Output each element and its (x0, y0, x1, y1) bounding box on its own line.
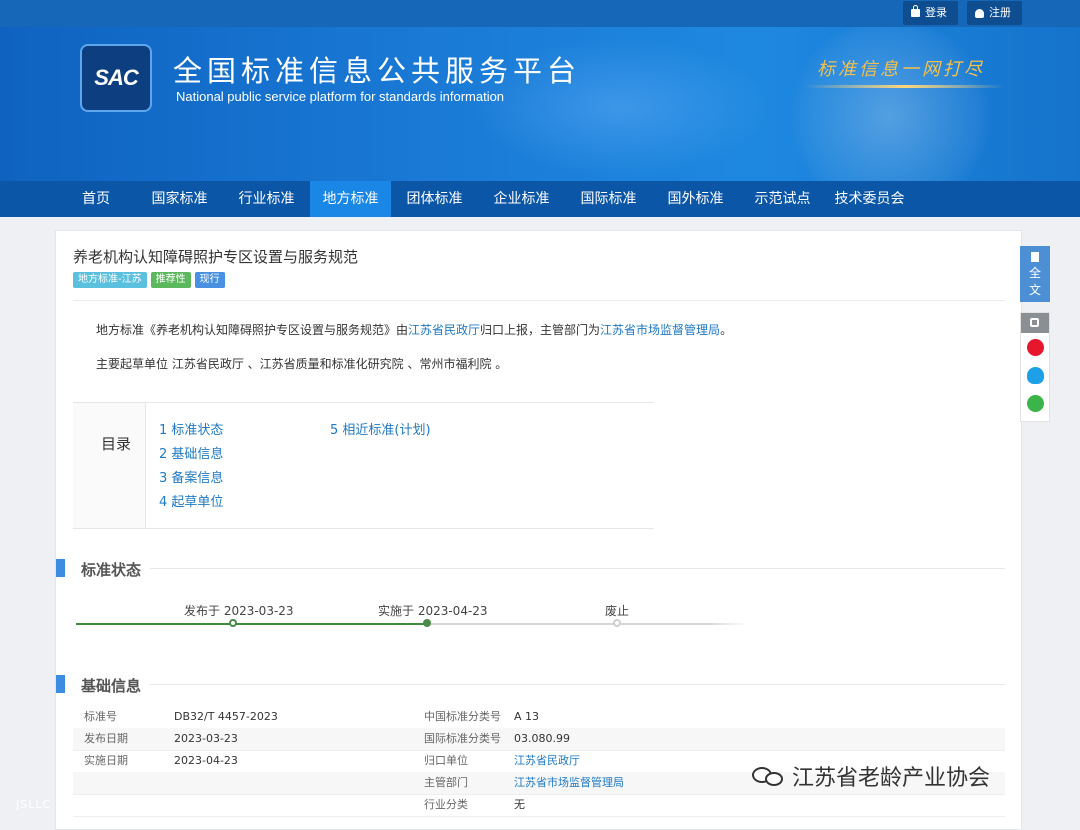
toc-heading: 目录 (101, 435, 132, 453)
field-label: 国际标准分类号 (424, 732, 501, 745)
toc-link-basic[interactable]: 2 基础信息 (159, 443, 223, 462)
field-label: 发布日期 (84, 732, 128, 745)
toc-link-filing[interactable]: 3 备案信息 (159, 467, 223, 486)
field-label: 主管部门 (424, 776, 468, 789)
top-bar: 登录 注册 (0, 0, 1080, 27)
field-value-link[interactable]: 江苏省市场监督管理局 (514, 772, 624, 794)
toc-link-similar[interactable]: 5 相近标准(计划) (330, 419, 431, 438)
field-label: 实施日期 (84, 754, 128, 767)
basic-section-title: 基础信息 (81, 677, 142, 695)
register-label: 注册 (989, 6, 1011, 19)
divider (73, 300, 1005, 301)
section-marker (56, 559, 65, 577)
share-panel (1020, 312, 1050, 422)
document-title: 养老机构认知障碍照护专区设置与服务规范 (73, 248, 359, 266)
field-value: A 13 (514, 710, 540, 723)
register-button[interactable]: 注册 (967, 1, 1022, 25)
nav-item-0[interactable]: 首页 (56, 181, 136, 217)
intro-paragraph: 地方标准《养老机构认知障碍照护专区设置与服务规范》由江苏省民政厅归口上报，主管部… (96, 321, 732, 338)
drafting-units-paragraph: 主要起草单位 江苏省民政厅 、江苏省质量和标准化研究院 、常州市福利院 。 (96, 357, 508, 371)
login-button[interactable]: 登录 (903, 1, 958, 25)
field-value: DB32/T 4457-2023 (174, 710, 278, 723)
watermark: 江苏省老龄产业协会 (752, 760, 990, 792)
nav-item-3[interactable]: 地方标准 (310, 181, 391, 217)
field-label: 行业分类 (424, 798, 468, 811)
timeline-dot-implemented (423, 619, 431, 627)
timeline-track (76, 623, 748, 625)
timeline-implemented-label: 实施于 2023-04-23 (378, 604, 488, 618)
table-row: 行业分类 无 (73, 794, 1005, 817)
weibo-icon[interactable] (1027, 339, 1044, 356)
timeline-published-label: 发布于 2023-03-23 (184, 604, 294, 618)
field-label: 归口单位 (424, 754, 468, 767)
site-title: 全国标准信息公共服务平台 (173, 54, 582, 88)
field-label: 中国标准分类号 (424, 710, 501, 723)
status-badge: 推荐性 (150, 272, 191, 288)
slogan: 标准信息一网打尽 (817, 59, 985, 80)
document-icon (1031, 252, 1039, 262)
field-value: 03.080.99 (514, 732, 570, 745)
nav-item-4[interactable]: 团体标准 (391, 181, 478, 217)
nav-item-6[interactable]: 国际标准 (565, 181, 652, 217)
table-row: 发布日期 2023-03-23 国际标准分类号 03.080.99 (73, 728, 1005, 751)
wechat-logo-icon (752, 763, 786, 789)
nav-item-5[interactable]: 企业标准 (478, 181, 565, 217)
intro-text-middle: 归口上报，主管部门为 (480, 323, 601, 337)
table-of-contents: 目录 1 标准状态 2 基础信息 3 备案信息 4 起草单位 5 相近标准(计划… (73, 402, 654, 529)
nav-item-8[interactable]: 示范试点 (739, 181, 826, 217)
field-value-link[interactable]: 江苏省民政厅 (514, 750, 580, 772)
main-nav: 首页 国家标准 行业标准 地方标准 团体标准 企业标准 国际标准 国外标准 示范试点 技术委员会 (0, 181, 1080, 217)
site-subtitle: National public service platform for sta… (176, 89, 505, 104)
timeline-abolished-label: 废止 (605, 604, 630, 618)
toc-link-drafters[interactable]: 4 起草单位 (159, 491, 223, 510)
status-badge: 地方标准-江苏 (73, 272, 147, 288)
field-value: 2023-04-23 (174, 754, 238, 767)
field-value: 2023-03-23 (174, 732, 238, 745)
timeline-dot-published (229, 619, 237, 627)
toc-heading-cell: 目录 (73, 403, 146, 528)
globe-graphic (780, 27, 1000, 181)
document-badges: 地方标准-江苏 推荐性 现行 (73, 272, 225, 288)
watermark-text: 江苏省老龄产业协会 (792, 766, 991, 791)
department-link[interactable]: 江苏省民政厅 (408, 323, 480, 337)
intro-text-prefix: 地方标准《养老机构认知障碍照护专区设置与服务规范》由 (96, 323, 409, 337)
nav-item-9[interactable]: 技术委员会 (826, 181, 913, 217)
section-divider (150, 684, 1005, 685)
user-icon (975, 8, 984, 18)
status-section-title: 标准状态 (81, 561, 142, 579)
logo-text: SAC (94, 65, 138, 90)
fulltext-label: 全文 (1028, 266, 1041, 297)
share-icon[interactable] (1021, 313, 1049, 333)
lock-icon (911, 5, 920, 17)
login-label: 登录 (925, 6, 947, 19)
field-label: 标准号 (84, 710, 117, 723)
nav-item-1[interactable]: 国家标准 (136, 181, 223, 217)
slogan-underline (805, 85, 1005, 88)
section-divider (150, 568, 1005, 569)
section-marker (56, 675, 65, 693)
nav-item-7[interactable]: 国外标准 (652, 181, 739, 217)
corner-watermark: JSLLC (16, 798, 52, 811)
toc-link-status[interactable]: 1 标准状态 (159, 419, 223, 438)
fulltext-button[interactable]: 全文 (1020, 246, 1050, 302)
timeline-dot-abolished (613, 619, 621, 627)
field-value: 无 (514, 798, 525, 811)
nav-item-2[interactable]: 行业标准 (223, 181, 310, 217)
authority-link[interactable]: 江苏省市场监督管理局 (600, 323, 720, 337)
table-row: 标准号 DB32/T 4457-2023 中国标准分类号 A 13 (73, 706, 1005, 729)
qq-icon[interactable] (1027, 367, 1044, 384)
sac-logo[interactable]: SAC (80, 44, 152, 112)
wechat-icon[interactable] (1027, 395, 1044, 412)
intro-text-suffix: 。 (720, 323, 733, 337)
status-badge: 现行 (194, 272, 225, 288)
